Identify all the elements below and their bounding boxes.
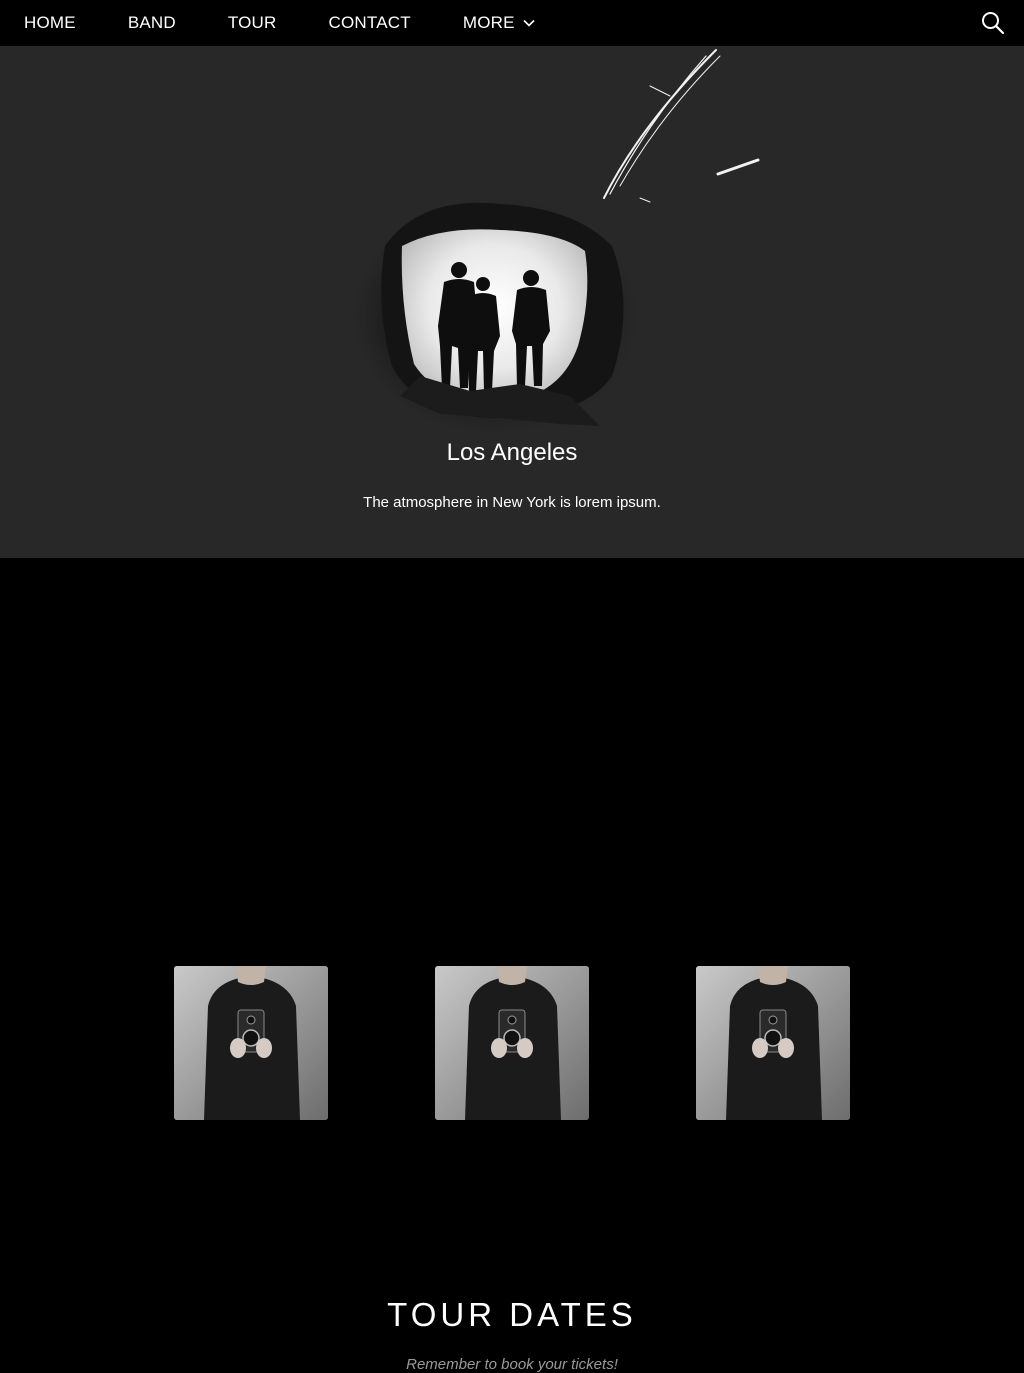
nav-more-dropdown[interactable]: MORE (437, 0, 561, 46)
camera-person-image (435, 966, 589, 1120)
gallery-thumbnail-2[interactable] (435, 966, 589, 1120)
gallery-thumbnail-1[interactable] (174, 966, 328, 1120)
tour-dates-heading: TOUR DATES (387, 1296, 637, 1333)
camera-person-image (174, 966, 328, 1120)
search-icon[interactable] (980, 10, 1006, 36)
hero-caption: The atmosphere in New York is lorem ipsu… (363, 494, 661, 511)
nav-tour[interactable]: TOUR (202, 0, 303, 46)
nav-more-label: MORE (462, 13, 515, 32)
gallery-thumbnail-3[interactable] (696, 966, 850, 1120)
nav-band[interactable]: BAND (102, 0, 202, 46)
band-section: TOUR DATES Remember to book your tickets… (0, 558, 1024, 1373)
nav-home[interactable]: HOME (0, 0, 102, 46)
tour-dates-subheading: Remember to book your tickets! (406, 1356, 618, 1373)
camera-person-image (696, 966, 850, 1120)
nav-contact[interactable]: CONTACT (303, 0, 437, 46)
chevron-down-icon (523, 19, 535, 27)
band-silhouette-image (345, 49, 760, 441)
hero-slide: Los Angeles The atmosphere in New York i… (0, 46, 1024, 558)
top-navbar: HOME BAND TOUR CONTACT MORE (0, 0, 1024, 46)
hero-title: Los Angeles (446, 439, 578, 466)
